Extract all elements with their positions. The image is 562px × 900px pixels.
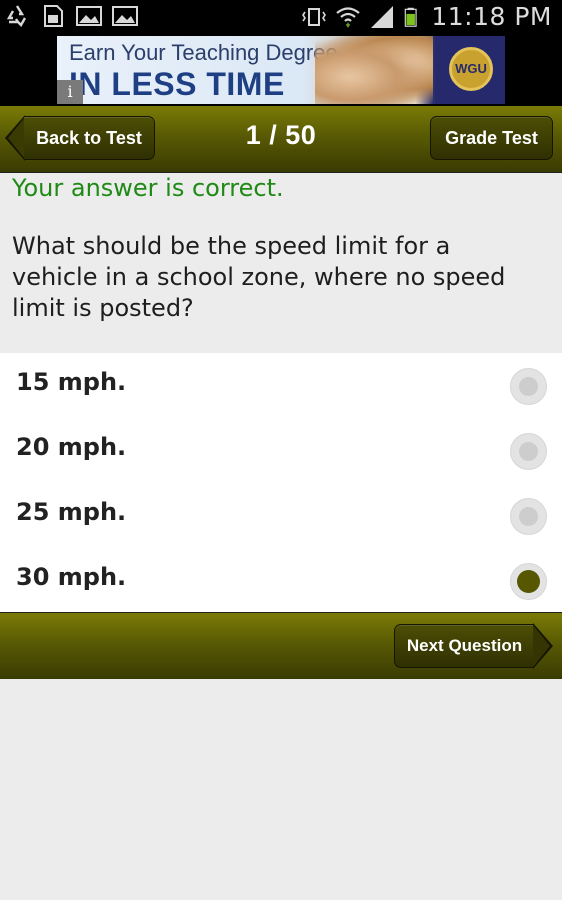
answer-label: 15 mph. xyxy=(16,368,127,396)
radio-dot xyxy=(519,507,538,526)
question-text: What should be the speed limit for a veh… xyxy=(12,232,506,322)
ad-banner[interactable]: Earn Your Teaching Degree IN LESS TIME W… xyxy=(57,36,505,104)
image-icon xyxy=(76,6,102,26)
grade-test-button[interactable]: Grade Test xyxy=(430,116,553,160)
ad-photo xyxy=(315,36,433,104)
radio-button[interactable] xyxy=(510,433,547,470)
ad-area: Earn Your Teaching Degree IN LESS TIME W… xyxy=(0,34,562,106)
image-icon xyxy=(112,6,138,26)
wifi-icon xyxy=(336,6,361,28)
radio-button[interactable] xyxy=(510,498,547,535)
signal-icon xyxy=(371,5,394,28)
ad-logo-box: WGU xyxy=(435,36,505,104)
ad-tagline: IN LESS TIME xyxy=(69,66,285,102)
answer-option[interactable]: 20 mph. xyxy=(0,418,562,483)
radio-button[interactable] xyxy=(510,368,547,405)
vibrate-icon xyxy=(302,7,327,26)
answer-option[interactable]: 30 mph. xyxy=(0,548,562,613)
answer-label: 25 mph. xyxy=(16,498,127,526)
status-bar: 11:18 PM xyxy=(0,0,562,34)
answer-feedback: Your answer is correct. xyxy=(12,174,284,202)
radio-button[interactable] xyxy=(510,563,547,600)
answer-option[interactable]: 25 mph. xyxy=(0,483,562,548)
notification-icons xyxy=(4,3,138,29)
ad-logo: WGU xyxy=(449,47,493,91)
radio-dot xyxy=(519,377,538,396)
answer-label: 30 mph. xyxy=(16,563,127,591)
ad-headline: Earn Your Teaching Degree xyxy=(69,40,338,65)
system-icons: 11:18 PM xyxy=(301,2,552,31)
sd-card-icon xyxy=(44,5,63,27)
next-arrow-fill[interactable] xyxy=(533,625,550,667)
battery-icon xyxy=(405,7,418,27)
radio-dot xyxy=(517,570,540,593)
answer-label: 20 mph. xyxy=(16,433,127,461)
radio-dot xyxy=(519,442,538,461)
recycle-icon xyxy=(6,5,27,27)
answer-option[interactable]: 15 mph. xyxy=(0,353,562,418)
answer-list: 15 mph. 20 mph. 25 mph. 30 mph. xyxy=(0,353,562,612)
clock: 11:18 PM xyxy=(431,2,552,31)
next-question-button[interactable]: Next Question xyxy=(394,624,534,668)
info-icon[interactable]: i xyxy=(57,80,83,104)
